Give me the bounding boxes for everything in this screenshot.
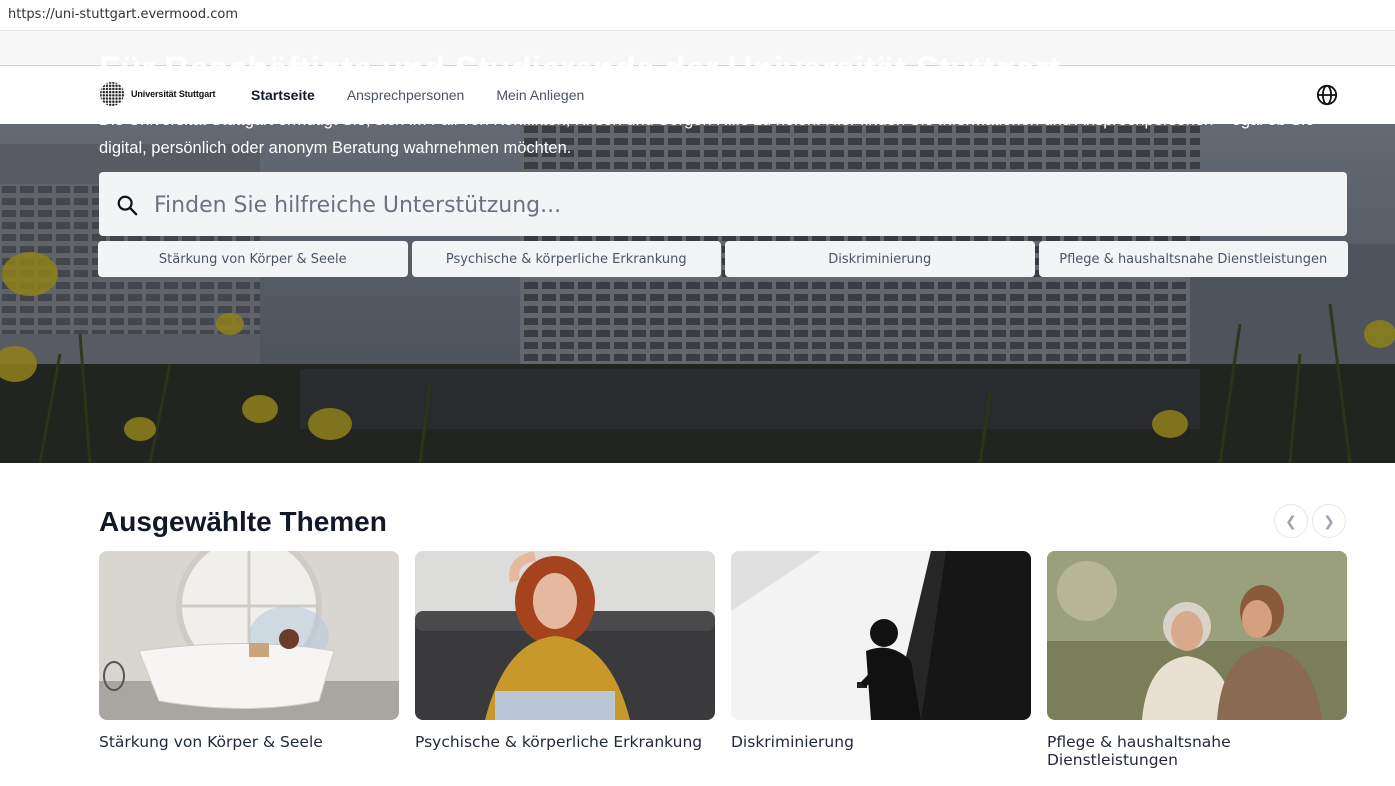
chip-pflege[interactable]: Pflege & haushaltsnahe Dienstleistungen	[1038, 241, 1348, 277]
browser-address-bar[interactable]: https://uni-stuttgart.evermood.com	[0, 0, 1395, 31]
theme-card[interactable]: Stärkung von Körper & Seele	[99, 551, 399, 769]
card-title[interactable]: Stärkung von Körper & Seele	[99, 733, 399, 751]
chip-erkrankung[interactable]: Psychische & körperliche Erkrankung	[411, 241, 721, 277]
search-icon[interactable]	[116, 194, 138, 216]
card-title[interactable]: Pflege & haushaltsnahe Dienstleistungen	[1047, 733, 1347, 769]
theme-cards: Stärkung von Körper & Seele Psychische &…	[99, 551, 1347, 769]
carousel-next-button[interactable]: ❯	[1312, 504, 1346, 538]
category-chips: Stärkung von Körper & Seele Psychische &…	[98, 241, 1348, 277]
hero-title: Für Beschäftigte und Studierende der Uni…	[99, 50, 1060, 89]
card-title[interactable]: Psychische & körperliche Erkrankung	[415, 733, 715, 751]
chevron-left-icon: ❮	[1285, 512, 1297, 529]
theme-card[interactable]: Diskriminierung	[731, 551, 1031, 769]
url-text[interactable]: https://uni-stuttgart.evermood.com	[8, 7, 238, 22]
hero-description: Die Universität Stuttgart ermutigt Sie, …	[99, 111, 1315, 157]
chip-diskriminierung[interactable]: Diskriminierung	[725, 241, 1035, 277]
search-input[interactable]	[154, 189, 1304, 221]
card-image-silhouette[interactable]	[731, 551, 1031, 720]
section-title: Ausgewählte Themen	[99, 506, 387, 537]
globe-icon[interactable]	[1316, 84, 1338, 106]
theme-card[interactable]: Pflege & haushaltsnahe Dienstleistungen	[1047, 551, 1347, 769]
card-image-couch[interactable]	[415, 551, 715, 720]
chip-koerper-seele[interactable]: Stärkung von Körper & Seele	[98, 241, 408, 277]
card-image-bath[interactable]	[99, 551, 399, 720]
carousel-prev-button[interactable]: ❮	[1274, 504, 1308, 538]
logo-text: Universität Stuttgart	[131, 89, 216, 99]
card-image-care[interactable]	[1047, 551, 1347, 720]
card-title[interactable]: Diskriminierung	[731, 733, 1031, 751]
chevron-right-icon: ❯	[1323, 512, 1335, 529]
theme-card[interactable]: Psychische & körperliche Erkrankung	[415, 551, 715, 769]
